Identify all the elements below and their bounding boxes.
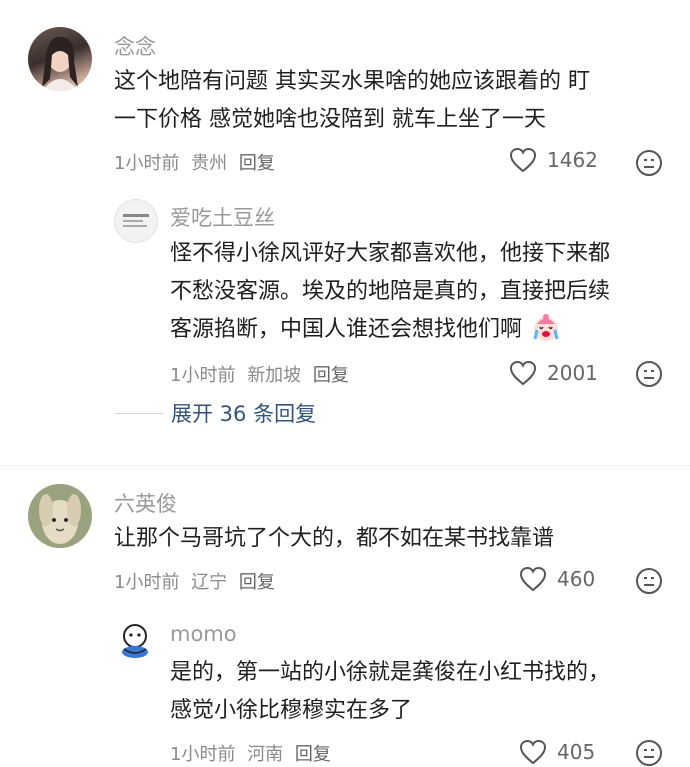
comment-meta: 1小时前 贵州 回复 [114, 149, 281, 175]
author-name[interactable]: 爱吃土豆丝 [170, 202, 275, 232]
avatar-image [123, 214, 149, 227]
comment-text-line: 让那个马哥坑了个大的，都不如在某书找靠谱 [114, 526, 555, 551]
location: 新加坡 [247, 365, 302, 386]
comment-text-line: 感觉小徐比穆穆实在多了 [170, 698, 413, 723]
author-name[interactable]: 念念 [114, 31, 156, 61]
expand-divider-line [115, 412, 163, 414]
timestamp: 1小时前 [114, 153, 180, 174]
author-name[interactable]: 六英俊 [114, 488, 177, 518]
like-count: 405 [557, 740, 596, 764]
author-name[interactable]: momo [170, 622, 237, 646]
comment-divider [0, 465, 690, 466]
reply-button[interactable]: 回复 [239, 572, 275, 593]
reply-button[interactable]: 回复 [295, 744, 331, 765]
location: 贵州 [191, 153, 228, 174]
comment-text: 客源掐断，中国人谁还会想找他们啊 [170, 317, 523, 342]
timestamp: 1小时前 [170, 365, 236, 386]
crying-emoji-icon [533, 314, 559, 341]
comment-text-line: 这个地陪有问题 其实买水果啥的她应该跟着的 盯 [114, 69, 590, 94]
unhappy-face-icon[interactable] [635, 360, 663, 388]
like-count: 2001 [547, 361, 598, 385]
avatar[interactable] [114, 199, 158, 243]
heart-outline-icon [519, 566, 547, 592]
like-button[interactable]: 1462 [509, 147, 598, 173]
comment-text-line: 不愁没客源。埃及的地陪是真的，直接把后续 [170, 279, 611, 304]
unhappy-face-icon[interactable] [635, 739, 663, 767]
heart-outline-icon [509, 147, 537, 173]
reply-button[interactable]: 回复 [239, 153, 275, 174]
expand-replies-label[interactable]: 展开 36 条回复 [171, 398, 316, 428]
unhappy-face-icon[interactable] [635, 567, 663, 595]
comment-meta: 1小时前 河南 回复 [170, 740, 337, 766]
comment-text-line: 一下价格 感觉她啥也没陪到 就车上坐了一天 [114, 107, 546, 132]
like-count: 1462 [547, 148, 598, 172]
like-count: 460 [557, 567, 596, 591]
avatar-image [28, 484, 92, 548]
like-button[interactable]: 2001 [509, 360, 598, 386]
location: 辽宁 [191, 572, 228, 593]
like-button[interactable]: 405 [519, 739, 595, 765]
avatar[interactable] [28, 27, 92, 91]
unhappy-face-icon[interactable] [635, 149, 663, 177]
comment-text-line-with-emoji: 客源掐断，中国人谁还会想找他们啊 [170, 311, 561, 349]
timestamp: 1小时前 [114, 572, 180, 593]
comment-meta: 1小时前 新加坡 回复 [170, 361, 355, 387]
expand-replies[interactable]: 展开 36 条回复 [115, 398, 316, 428]
avatar[interactable] [28, 484, 92, 548]
location: 河南 [247, 744, 284, 765]
comment-text-line: 是的，第一站的小徐就是龚俊在小红书找的， [170, 660, 611, 685]
timestamp: 1小时前 [170, 744, 236, 765]
heart-outline-icon [509, 360, 537, 386]
comment-text-line: 怪不得小徐风评好大家都喜欢他，他接下来都 [170, 241, 611, 266]
comment-meta: 1小时前 辽宁 回复 [114, 568, 281, 594]
avatar-image [122, 624, 148, 658]
avatar-image [42, 36, 78, 91]
avatar[interactable] [114, 619, 156, 661]
heart-outline-icon [519, 739, 547, 765]
reply-button[interactable]: 回复 [313, 365, 349, 386]
like-button[interactable]: 460 [519, 566, 595, 592]
